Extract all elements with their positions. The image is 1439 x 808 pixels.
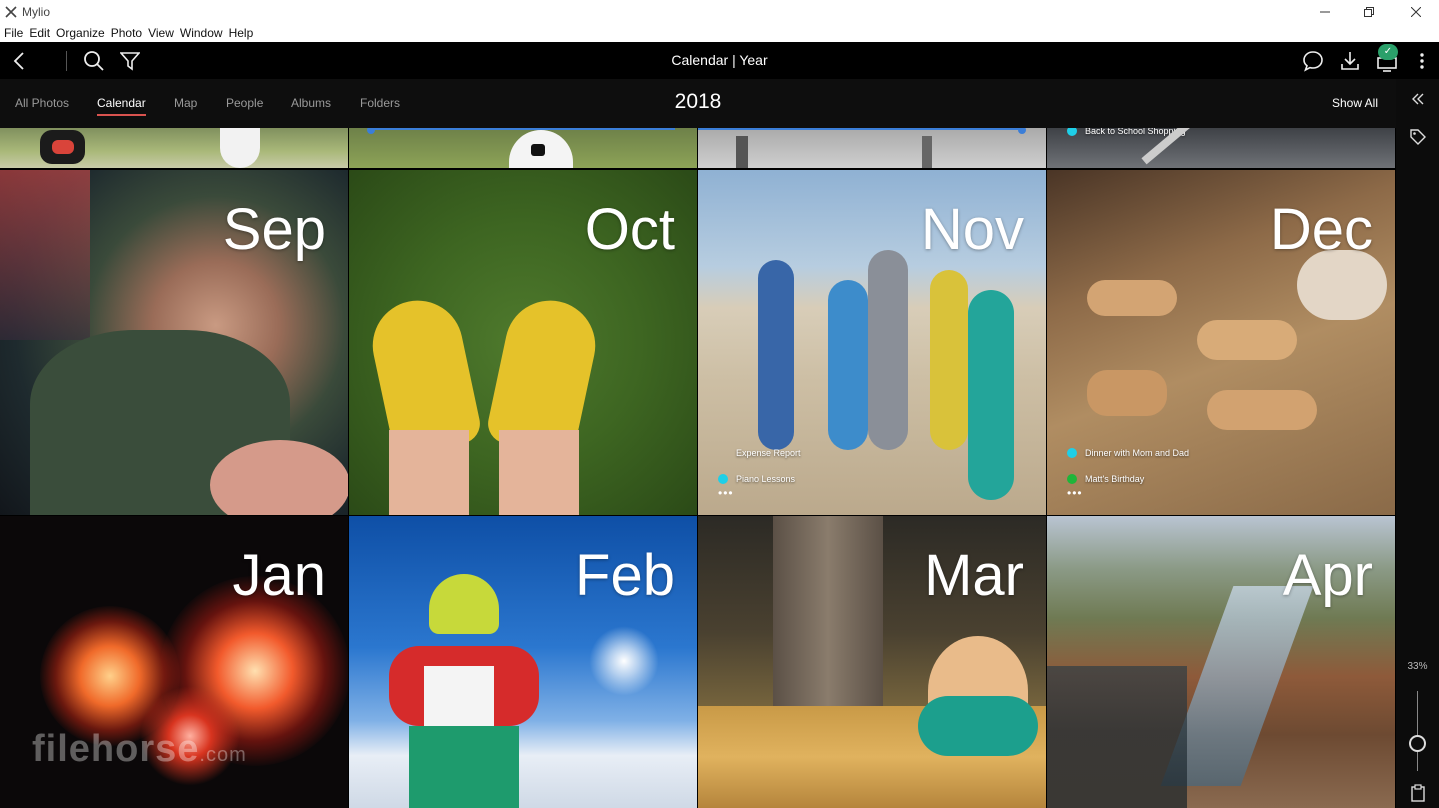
menu-help[interactable]: Help: [229, 26, 254, 40]
more-events-button[interactable]: •••: [718, 486, 734, 500]
month-label: Sep: [222, 197, 326, 262]
menu-file[interactable]: File: [4, 26, 23, 40]
month-tile-oct[interactable]: Oct: [349, 170, 697, 515]
menu-bar: File Edit Organize Photo View Window Hel…: [0, 24, 1439, 42]
chat-button[interactable]: [1298, 46, 1328, 76]
month-tile-nov[interactable]: Nov Expense Report Piano Lessons •••: [698, 170, 1046, 515]
view-title: Calendar | Year: [671, 52, 768, 68]
month-tile-sep[interactable]: Sep: [0, 170, 348, 515]
menu-organize[interactable]: Organize: [56, 26, 105, 40]
close-button[interactable]: [1393, 0, 1439, 24]
app-title: Mylio: [22, 5, 51, 19]
more-vertical-icon: [1420, 53, 1424, 69]
month-label: Apr: [1282, 543, 1373, 608]
event-dot: [1067, 474, 1077, 484]
event-label: Piano Lessons: [736, 474, 796, 484]
month-tile-apr[interactable]: Apr: [1047, 516, 1395, 808]
double-chevron-left-icon: [1412, 93, 1424, 105]
clipboard-icon: [1411, 784, 1425, 802]
top-toolbar: Calendar | Year ✓: [0, 42, 1439, 79]
event-dot: [718, 474, 728, 484]
tag-icon: [1410, 129, 1426, 145]
zoom-level: 33%: [1407, 661, 1428, 672]
tab-albums[interactable]: Albums: [291, 96, 331, 110]
month-tile-dec[interactable]: Dec Dinner with Mom and Dad Matt's Birth…: [1047, 170, 1395, 515]
mylio-logo-icon: [4, 5, 18, 19]
month-tile-partial[interactable]: [349, 128, 697, 168]
month-label: Nov: [920, 197, 1024, 262]
menu-view[interactable]: View: [148, 26, 174, 40]
calendar-event[interactable]: Dinner with Mom and Dad: [1067, 448, 1189, 458]
tab-calendar[interactable]: Calendar: [97, 96, 146, 116]
year-label: 2018: [674, 90, 722, 113]
zoom-slider[interactable]: [1417, 691, 1418, 771]
month-label: Dec: [1269, 197, 1373, 262]
month-label: Feb: [575, 543, 675, 608]
chat-bubble-icon: [1303, 51, 1323, 72]
tab-people[interactable]: People: [226, 96, 263, 110]
filehorse-watermark-logo: filehorse.com: [32, 728, 247, 771]
event-dot: [718, 448, 728, 458]
checkmark-icon: ✓: [1378, 44, 1398, 60]
filter-button[interactable]: [115, 46, 145, 76]
watermark-suffix: .com: [199, 744, 247, 766]
more-options-button[interactable]: [1407, 46, 1437, 76]
event-dot: [1067, 448, 1077, 458]
menu-photo[interactable]: Photo: [111, 26, 142, 40]
collapse-panel-button[interactable]: [1404, 87, 1432, 111]
right-sidebar: 33%: [1396, 79, 1439, 808]
back-button[interactable]: [4, 46, 34, 76]
month-tile-feb[interactable]: Feb: [349, 516, 697, 808]
month-tile-partial[interactable]: [698, 128, 1046, 168]
clipboard-button[interactable]: [1404, 781, 1432, 805]
download-icon: [1341, 52, 1359, 70]
search-button[interactable]: [79, 46, 109, 76]
calendar-event[interactable]: Expense Report: [718, 448, 801, 458]
calendar-event[interactable]: Matt's Birthday: [1067, 474, 1144, 484]
month-tile-partial[interactable]: Back to School Shopping: [1047, 128, 1395, 168]
show-all-button[interactable]: Show All: [1332, 96, 1378, 110]
toolbar-divider: [66, 51, 67, 71]
nav-bar: All Photos Calendar Map People Albums Fo…: [0, 79, 1396, 128]
zoom-slider-thumb[interactable]: [1409, 735, 1426, 752]
watermark-brand: filehorse: [32, 728, 200, 770]
calendar-event[interactable]: Piano Lessons: [718, 474, 795, 484]
month-label: Jan: [232, 543, 326, 608]
calendar-grid: Back to School Shopping Sep Oct Nov Expe…: [0, 128, 1396, 808]
tags-button[interactable]: [1404, 125, 1432, 149]
filter-icon: [120, 52, 140, 71]
event-dot: [1067, 128, 1077, 136]
event-label: Matt's Birthday: [1085, 474, 1145, 484]
month-label: Oct: [584, 197, 675, 262]
maximize-button[interactable]: [1346, 0, 1392, 24]
more-events-button[interactable]: •••: [1067, 486, 1083, 500]
import-button[interactable]: [1335, 46, 1365, 76]
minimize-button[interactable]: [1302, 0, 1348, 24]
search-icon: [84, 51, 104, 71]
menu-window[interactable]: Window: [180, 26, 223, 40]
event-label: Expense Report: [736, 448, 801, 458]
month-tile-partial[interactable]: [0, 128, 348, 168]
menu-edit[interactable]: Edit: [29, 26, 50, 40]
month-tile-mar[interactable]: Mar: [698, 516, 1046, 808]
chevron-left-icon: [13, 52, 24, 70]
title-bar: Mylio: [0, 0, 1439, 24]
tab-all-photos[interactable]: All Photos: [15, 96, 69, 110]
tab-folders[interactable]: Folders: [360, 96, 400, 110]
month-label: Mar: [924, 543, 1024, 608]
event-label: Dinner with Mom and Dad: [1085, 448, 1190, 458]
tab-map[interactable]: Map: [174, 96, 197, 110]
